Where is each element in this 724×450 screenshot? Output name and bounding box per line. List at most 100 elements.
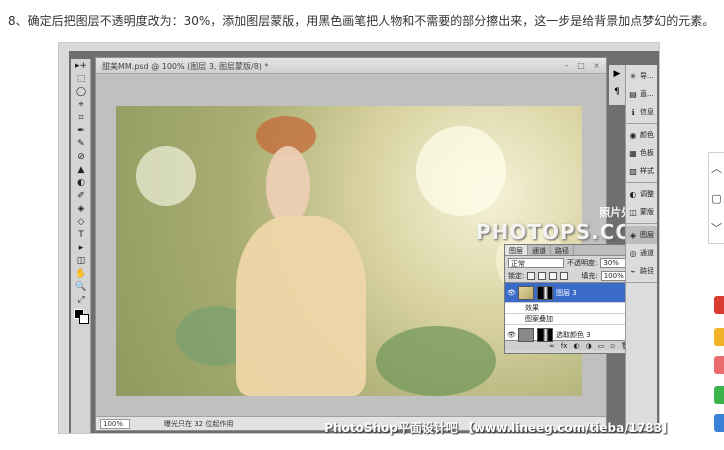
lock-label: 锁定: (508, 271, 525, 280)
footer-watermark: PhotoShop平面设计吧 【www.lineeg.com/tieba/178… (324, 421, 674, 435)
lock-position-icon[interactable] (549, 271, 558, 280)
panel-label: 直... (640, 90, 654, 98)
tool-icon[interactable]: ⌖ (71, 98, 91, 111)
tool-icon[interactable]: ✒ (71, 124, 91, 137)
tool-icon[interactable]: T (71, 228, 91, 241)
tool-icon[interactable]: ◯ (71, 85, 91, 98)
tool-icon[interactable]: ⊘ (71, 150, 91, 163)
layer-thumbnail (518, 285, 534, 300)
tool-icon[interactable]: ✋ (71, 267, 91, 280)
layer-effects-label: 效果 (525, 304, 539, 312)
document-window[interactable]: 甜美MM.psd @ 100% (图层 3, 图层蒙版/8) * – □ × P… (95, 57, 654, 431)
panel-item[interactable]: ▦ 色板 (626, 144, 657, 162)
wechat-share-icon[interactable] (714, 386, 724, 404)
panel-label: 色板 (640, 149, 654, 157)
panel-dock: ✳ 导... ▤ 直... ℹ 信息 ◉ 颜色 ▦ 色板 ▧ 样式 ◐ 调整 ◫ 蒙版 ◈ 图层 ◎ 通道 ⌁ 路径 (625, 65, 657, 431)
layer-name: 选取颜色 3 (556, 330, 591, 339)
panel-label: 路径 (640, 267, 654, 275)
close-icon[interactable]: × (593, 61, 600, 70)
opacity-input[interactable]: 30% (600, 257, 627, 268)
window-controls: – □ × (559, 61, 600, 70)
panel-label: 调整 (640, 190, 654, 198)
effect-name: 图案叠加 (525, 315, 553, 323)
panel-icon: ◎ (629, 248, 637, 258)
panel-item[interactable]: ◈ 图层 (626, 226, 657, 244)
panel-label: 颜色 (640, 131, 654, 139)
tool-icon[interactable]: ⤢ (71, 293, 91, 306)
step-instruction-text: 8、确定后把图层不透明度改为：30%，添加图层蒙版，用黑色画笔把人物和不需要的部… (8, 14, 715, 28)
layer-mask-thumbnail[interactable] (537, 285, 553, 300)
eye-icon[interactable]: 👁 (507, 331, 516, 339)
page: 8、确定后把图层不透明度改为：30%，添加图层蒙版，用黑色画笔把人物和不需要的部… (0, 0, 724, 450)
layers-action-icon[interactable]: ◑ (586, 342, 592, 350)
panel-icon: ◫ (629, 207, 637, 217)
eye-icon[interactable]: 👁 (507, 289, 516, 297)
tool-icon[interactable]: ⬚ (71, 72, 91, 85)
adjustment-layer-icon (518, 327, 534, 342)
panel-label: 导... (640, 72, 654, 80)
tool-icon[interactable]: ⌗ (71, 111, 91, 124)
panel-group: ◈ 图层 ◎ 通道 ⌁ 路径 (626, 224, 657, 283)
maximize-icon[interactable]: □ (577, 61, 585, 70)
heart-share-icon[interactable] (714, 356, 724, 374)
panel-item[interactable]: ◐ 调整 (626, 185, 657, 203)
tool-icon[interactable]: ◈ (71, 202, 91, 215)
layers-action-icon[interactable]: ∞ (549, 342, 555, 350)
panel-item[interactable]: ✳ 导... (626, 67, 657, 85)
dock-icon[interactable]: ¶ (609, 83, 625, 101)
more-share-icon[interactable] (714, 414, 724, 432)
panel-item[interactable]: ▤ 直... (626, 85, 657, 103)
feedback-icon[interactable]: ▢ (709, 183, 724, 213)
blend-mode-select[interactable]: 正常 (508, 257, 564, 268)
minimize-icon[interactable]: – (565, 61, 569, 70)
lock-all-icon[interactable] (560, 271, 569, 280)
tool-icon[interactable]: ▸ (71, 241, 91, 254)
opacity-label: 不透明度: (567, 258, 598, 267)
panel-icon: ▧ (629, 166, 637, 176)
tool-icon[interactable]: ▸+ (71, 59, 91, 72)
panel-group: ◉ 颜色 ▦ 色板 ▧ 样式 (626, 124, 657, 183)
layers-action-icon[interactable]: ▫ (610, 342, 615, 350)
layers-action-icon[interactable]: ▭ (598, 342, 605, 350)
tool-icon[interactable]: ✐ (71, 189, 91, 202)
collapse-icon[interactable]: ﹀ (709, 213, 724, 243)
panel-icon: ▦ (629, 148, 637, 158)
tool-icon[interactable]: ◫ (71, 254, 91, 267)
panel-icon: ℹ (631, 107, 635, 117)
lock-image-icon[interactable] (538, 271, 547, 280)
layers-action-icon[interactable]: ◐ (573, 342, 579, 350)
tool-icon[interactable]: ◐ (71, 176, 91, 189)
panel-icon: ⌁ (630, 266, 636, 276)
lock-transparent-icon[interactable] (527, 271, 536, 280)
layers-tab[interactable]: 图层 (505, 245, 528, 255)
photoshop-screenshot: ▸+ ⬚ ◯ ⌖ ⌗ ✒ ✎ ⊘ ▲ ◐ ✐ ◈ ◇ T ▸ ◫ ✋ 🔍 ⤢ 甜美MM.psd @ 100% (图层… (58, 42, 660, 434)
panel-label: 信息 (640, 108, 654, 116)
weibo-share-icon[interactable] (714, 296, 724, 314)
zoom-input[interactable]: 100% (100, 418, 130, 429)
favorite-share-icon[interactable] (714, 328, 724, 346)
tool-icon[interactable]: ✎ (71, 137, 91, 150)
panel-label: 蒙版 (640, 208, 654, 216)
layers-tab[interactable]: 通道 (528, 245, 551, 255)
document-title-bar[interactable]: 甜美MM.psd @ 100% (图层 3, 图层蒙版/8) * – □ × (96, 58, 606, 74)
tool-icon[interactable]: 🔍 (71, 280, 91, 293)
tool-icon[interactable]: ▲ (71, 163, 91, 176)
panel-item[interactable]: ◫ 蒙版 (626, 203, 657, 221)
tool-icon[interactable]: ◇ (71, 215, 91, 228)
layer-mask-thumbnail[interactable] (537, 327, 553, 342)
fill-input[interactable]: 100% (600, 270, 627, 281)
dock-icon[interactable]: ▶ (609, 65, 625, 83)
panel-label: 样式 (640, 167, 654, 175)
document-title: 甜美MM.psd @ 100% (图层 3, 图层蒙版/8) * (102, 62, 269, 71)
panel-item[interactable]: ℹ 信息 (626, 103, 657, 121)
panel-item[interactable]: ◎ 通道 (626, 244, 657, 262)
fill-label: 填充: (581, 271, 598, 280)
back-to-top-icon[interactable]: ︿ (709, 153, 724, 183)
layers-action-icon[interactable]: fx (561, 342, 568, 350)
color-swatches[interactable] (71, 306, 90, 328)
background-color[interactable] (79, 314, 89, 324)
panel-item[interactable]: ⌁ 路径 (626, 262, 657, 280)
panel-item[interactable]: ▧ 样式 (626, 162, 657, 180)
panel-item[interactable]: ◉ 颜色 (626, 126, 657, 144)
layers-tab[interactable]: 路径 (551, 245, 574, 255)
